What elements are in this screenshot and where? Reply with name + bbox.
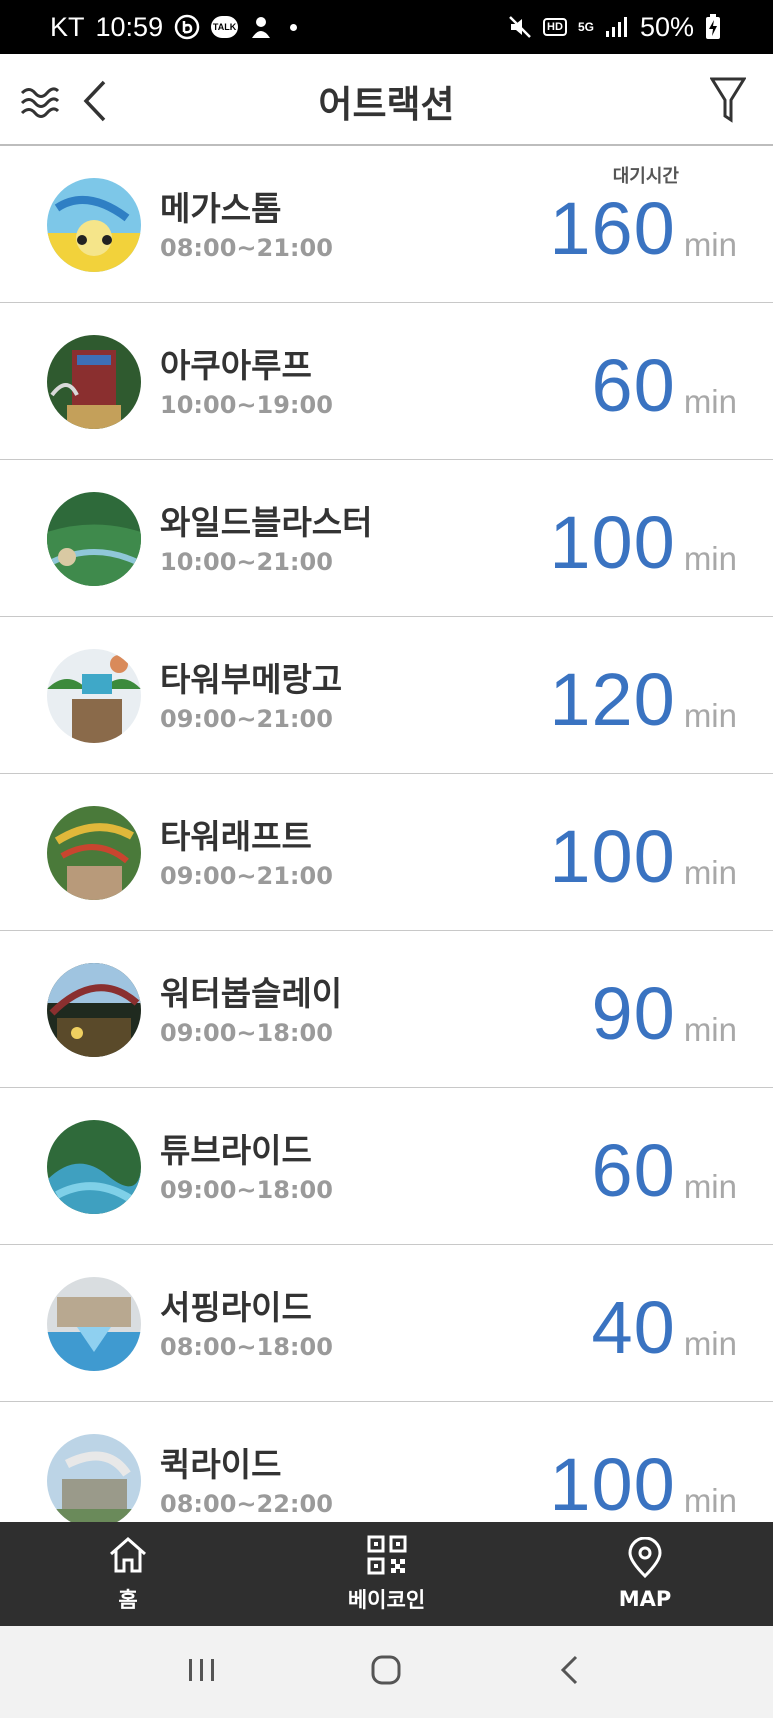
attraction-photo bbox=[47, 492, 141, 586]
bottom-navigation: 홈 베이코인 MAP bbox=[0, 1522, 773, 1626]
recent-apps-icon[interactable] bbox=[182, 1650, 222, 1694]
attraction-name: 워터봅슬레이 bbox=[160, 974, 343, 1013]
wait-time-value: 100 bbox=[549, 815, 676, 898]
nav-map[interactable]: MAP bbox=[585, 1522, 705, 1626]
mute-icon bbox=[508, 15, 532, 39]
attraction-row[interactable]: 퀵라이드 08:00~22:00 100 min bbox=[0, 1402, 773, 1522]
attraction-row[interactable]: 워터봅슬레이 09:00~18:00 90 min bbox=[0, 931, 773, 1088]
attraction-photo bbox=[47, 178, 141, 272]
attraction-row[interactable]: 아쿠아루프 10:00~19:00 60 min bbox=[0, 303, 773, 460]
page-title: 어트랙션 bbox=[318, 83, 455, 126]
operating-hours: 08:00~18:00 bbox=[160, 1333, 333, 1361]
attraction-photo bbox=[47, 806, 141, 900]
wait-time: 60 min bbox=[592, 1134, 738, 1208]
operating-hours: 10:00~19:00 bbox=[160, 391, 333, 419]
attraction-row[interactable]: 튜브라이드 09:00~18:00 60 min bbox=[0, 1088, 773, 1245]
attraction-name: 아쿠아루프 bbox=[160, 346, 312, 385]
operating-hours: 09:00~18:00 bbox=[160, 1176, 333, 1204]
attraction-name: 타워부메랑고 bbox=[160, 660, 343, 699]
wait-time: 100 min bbox=[549, 820, 737, 894]
wait-time-unit: min bbox=[683, 1168, 737, 1205]
system-navigation-bar bbox=[0, 1626, 773, 1718]
wait-time-unit: min bbox=[683, 383, 737, 420]
status-left: KT 10:59 TALK bbox=[50, 11, 298, 43]
operating-hours: 09:00~18:00 bbox=[160, 1019, 333, 1047]
attraction-photo bbox=[47, 1277, 141, 1371]
wait-time: 90 min bbox=[592, 977, 738, 1051]
hd-voice-icon: HD bbox=[543, 18, 567, 36]
home-icon bbox=[110, 1536, 146, 1573]
wait-time-value: 40 bbox=[591, 1286, 676, 1369]
clock: 10:59 bbox=[95, 11, 164, 42]
status-bar: KT 10:59 TALK HD 5G 50% bbox=[0, 0, 773, 54]
attraction-photo bbox=[47, 1434, 141, 1522]
map-pin-icon bbox=[628, 1537, 662, 1579]
filter-icon[interactable] bbox=[709, 76, 747, 124]
attraction-photo bbox=[47, 649, 141, 743]
attraction-photo bbox=[47, 963, 141, 1057]
attraction-name: 메가스톰 bbox=[160, 189, 282, 228]
wait-time: 100 min bbox=[549, 1448, 737, 1522]
more-notifications-dot-icon bbox=[290, 23, 298, 31]
attraction-row[interactable]: 와일드블라스터 10:00~21:00 100 min bbox=[0, 460, 773, 617]
attraction-name: 와일드블라스터 bbox=[160, 503, 373, 542]
status-right: HD 5G 50% bbox=[508, 12, 721, 43]
wait-time: 40 min bbox=[592, 1291, 738, 1365]
operating-hours: 08:00~21:00 bbox=[160, 234, 333, 262]
attraction-photo bbox=[47, 335, 141, 429]
wait-time: 60 min bbox=[592, 349, 738, 423]
wait-time: 100 min bbox=[549, 506, 737, 580]
qr-code-icon bbox=[367, 1535, 406, 1575]
kakaotalk-icon: TALK bbox=[211, 16, 239, 38]
notification-app-icon bbox=[249, 14, 273, 40]
wait-time-value: 60 bbox=[591, 1129, 676, 1212]
attraction-name: 튜브라이드 bbox=[160, 1131, 312, 1170]
wait-time-unit: min bbox=[683, 854, 737, 891]
attraction-row[interactable]: 타워래프트 09:00~21:00 100 min bbox=[0, 774, 773, 931]
b-app-icon bbox=[174, 14, 200, 40]
wait-time: 120 min bbox=[549, 663, 737, 737]
operating-hours: 10:00~21:00 bbox=[160, 548, 333, 576]
wait-time-header: 대기시간 bbox=[612, 166, 679, 187]
battery-charging-icon bbox=[705, 14, 721, 40]
app-bar: 어트랙션 bbox=[0, 54, 773, 146]
signal-icon bbox=[605, 16, 629, 38]
home-button-icon[interactable] bbox=[366, 1650, 406, 1694]
wait-time-value: 120 bbox=[549, 658, 676, 741]
battery-percent: 50% bbox=[639, 11, 694, 42]
wait-time-value: 100 bbox=[549, 501, 676, 584]
nav-becoin[interactable]: 베이코인 bbox=[327, 1522, 447, 1626]
wait-time-unit: min bbox=[683, 226, 737, 263]
attraction-photo bbox=[47, 1120, 141, 1214]
network-type-icon: 5G bbox=[577, 20, 594, 34]
wait-time: 160 min bbox=[549, 192, 737, 266]
wait-time-value: 60 bbox=[591, 344, 676, 427]
nav-home[interactable]: 홈 bbox=[68, 1522, 188, 1626]
wait-time-unit: min bbox=[683, 1482, 737, 1519]
wait-time-value: 100 bbox=[549, 1443, 676, 1522]
wait-time-unit: min bbox=[683, 697, 737, 734]
wait-time-value: 90 bbox=[591, 972, 676, 1055]
operating-hours: 08:00~22:00 bbox=[160, 1490, 333, 1518]
attraction-name: 서핑라이드 bbox=[160, 1288, 312, 1327]
attraction-row[interactable]: 메가스톰 08:00~21:00 대기시간 160 min bbox=[0, 146, 773, 303]
attraction-name: 타워래프트 bbox=[160, 817, 312, 856]
wait-time-unit: min bbox=[683, 1325, 737, 1362]
attraction-row[interactable]: 서핑라이드 08:00~18:00 40 min bbox=[0, 1245, 773, 1402]
system-back-icon[interactable] bbox=[551, 1650, 591, 1694]
attraction-row[interactable]: 타워부메랑고 09:00~21:00 120 min bbox=[0, 617, 773, 774]
operating-hours: 09:00~21:00 bbox=[160, 862, 333, 890]
operating-hours: 09:00~21:00 bbox=[160, 705, 333, 733]
wait-time-unit: min bbox=[683, 540, 737, 577]
wait-time-unit: min bbox=[683, 1011, 737, 1048]
carrier-label: KT bbox=[50, 11, 85, 42]
wait-time-value: 160 bbox=[549, 187, 676, 270]
nav-home-label: 홈 bbox=[118, 1588, 138, 1612]
nav-becoin-label: 베이코인 bbox=[347, 1588, 426, 1612]
nav-map-label: MAP bbox=[618, 1587, 672, 1611]
attraction-list: 메가스톰 08:00~21:00 대기시간 160 min 아쿠아루프 10:0… bbox=[0, 146, 773, 1522]
attraction-name: 퀵라이드 bbox=[160, 1445, 282, 1484]
